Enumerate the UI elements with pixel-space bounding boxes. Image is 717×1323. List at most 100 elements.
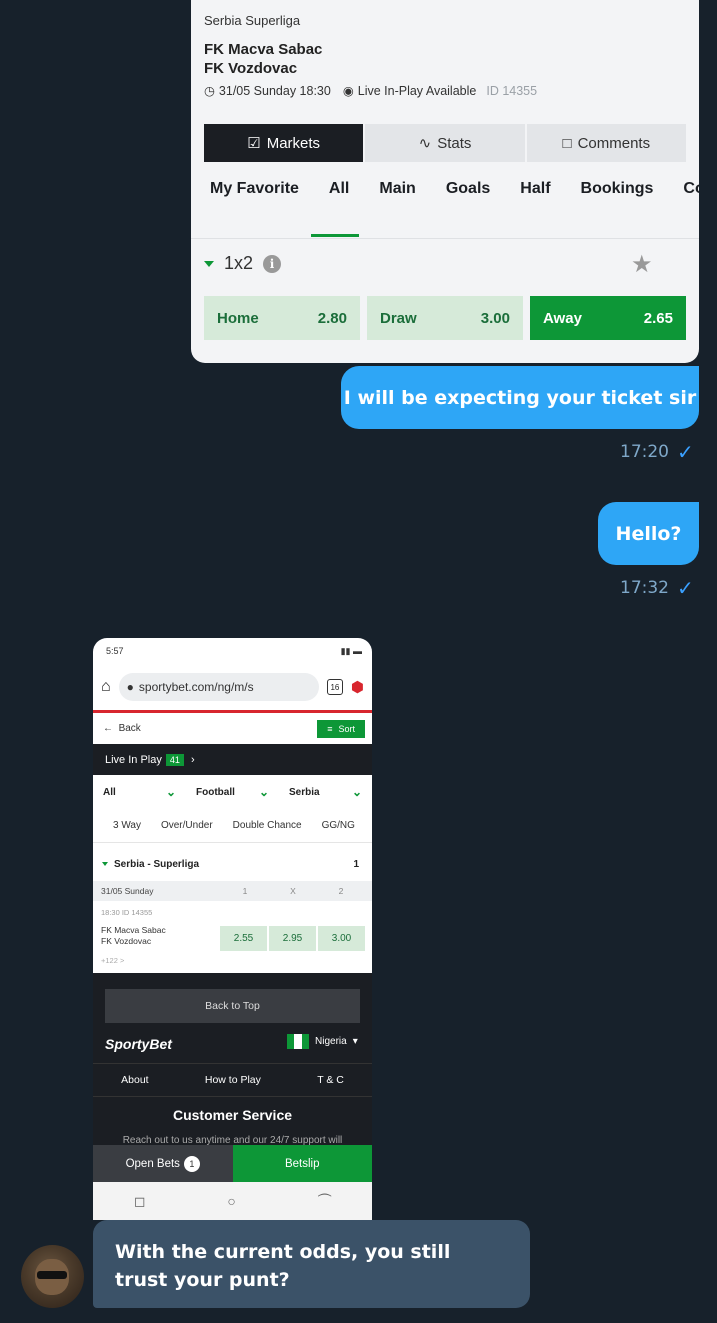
caret-down-icon [102, 862, 108, 866]
avatar[interactable] [21, 1245, 84, 1308]
message-time: 17:32 ✓ [620, 576, 694, 600]
back-label: Back [118, 723, 141, 734]
tab-half[interactable]: Half [520, 180, 550, 198]
outgoing-message[interactable]: I will be expecting your ticket sir [341, 366, 699, 429]
live-in-play-row[interactable]: Live In Play 41 › [93, 744, 372, 775]
tab-comments[interactable]: □ Comments [526, 124, 686, 162]
divider [191, 238, 699, 239]
tab-label: Stats [437, 134, 472, 152]
back-button[interactable]: ← Back [103, 723, 141, 734]
tab-all[interactable]: All [329, 180, 349, 198]
live-text: Live In-Play Available [357, 83, 477, 98]
message-text: Hello? [615, 522, 682, 545]
chevron-right-icon: › [187, 753, 195, 766]
market-name: 1x2 [224, 253, 254, 273]
match-datetime: 31/05 Sunday 18:30 [218, 83, 331, 98]
chart-icon: ∿ [418, 135, 432, 152]
sort-label: Sort [338, 723, 355, 734]
outgoing-message[interactable]: Hello? [598, 502, 699, 565]
back-nav-icon[interactable]: ⏜ [318, 1193, 331, 1210]
tab-my-favorite[interactable]: My Favorite [210, 180, 299, 198]
phone-screenshot[interactable]: 5:57 ▮▮ ▬ ⌂ ● sportybet.com/ng/m/s 16 ⬢ … [93, 638, 372, 1220]
market-tabs: 3 Way Over/Under Double Chance GG/NG [93, 809, 372, 843]
info-icon[interactable]: i [263, 254, 282, 273]
back-row: ← Back ≡ Sort [93, 713, 372, 744]
odd-draw[interactable]: Draw 3.00 [367, 296, 523, 340]
home-icon[interactable]: ⌂ [101, 678, 111, 696]
tab-bookings[interactable]: Bookings [581, 180, 654, 198]
tab-label: Markets [266, 134, 321, 152]
odd-draw[interactable]: 2.95 [269, 926, 316, 951]
live-label: Live In Play [105, 753, 162, 766]
filter-label: Serbia [289, 786, 320, 798]
tab-gg-ng[interactable]: GG/NG [322, 820, 355, 831]
chevron-down-icon: ⌄ [351, 785, 362, 799]
status-time: 5:57 [106, 646, 124, 656]
odd-home[interactable]: 2.55 [220, 926, 267, 951]
tabs-count[interactable]: 16 [326, 679, 343, 695]
filter-row: All ⌄ Football ⌄ Serbia ⌄ [93, 775, 372, 809]
message-text: With the current odds, you still trust y… [115, 1241, 451, 1291]
league-row[interactable]: Serbia - Superliga 1 [93, 849, 372, 879]
betslip-button[interactable]: Betslip [232, 1145, 372, 1182]
filter-sport[interactable]: Football ⌄ [186, 775, 279, 809]
chevron-down-icon: ⌄ [165, 785, 176, 799]
check-icon: ✓ [677, 440, 694, 464]
nigeria-flag-icon [287, 1034, 309, 1049]
incoming-message[interactable]: With the current odds, you still trust y… [93, 1220, 530, 1308]
odd-away[interactable]: Away 2.65 [530, 296, 686, 340]
betslip-label: Betslip [284, 1157, 320, 1170]
tab-markets[interactable]: ☑ Markets [204, 124, 364, 162]
tab-double-chance[interactable]: Double Chance [233, 820, 302, 831]
col-x: X [290, 886, 296, 896]
filter-label: All [103, 786, 116, 798]
link-how-to-play[interactable]: How to Play [205, 1074, 261, 1086]
kickoff-info: 18:30 ID 14355 [101, 908, 153, 917]
more-markets-link[interactable]: +122 > [101, 956, 124, 965]
tab-3-way[interactable]: 3 Way [113, 820, 141, 831]
sort-icon: ≡ [327, 723, 333, 734]
date-label: 31/05 Sunday [101, 886, 154, 896]
check-icon: ✓ [677, 576, 694, 600]
odds-row: Home 2.80 Draw 3.00 Away 2.65 [204, 296, 686, 340]
tab-stats[interactable]: ∿ Stats [365, 124, 525, 162]
country-selector[interactable]: Nigeria ▾ [287, 1034, 358, 1049]
customer-service-title: Customer Service [172, 1107, 293, 1123]
tab-over-under[interactable]: Over/Under [161, 820, 213, 831]
filter-all[interactable]: All ⌄ [93, 775, 186, 809]
league-count: 1 [353, 858, 359, 870]
market-header[interactable]: 1x2 i [204, 253, 282, 274]
market-screenshot[interactable]: Serbia Superliga FK Macva Sabac FK Vozdo… [191, 0, 699, 363]
url-field[interactable]: ● sportybet.com/ng/m/s [118, 673, 319, 701]
active-tab-indicator [311, 234, 359, 237]
odd-value: 2.80 [317, 309, 347, 327]
link-about[interactable]: About [121, 1074, 148, 1086]
back-to-top-button[interactable]: Back to Top [105, 989, 360, 1023]
link-terms[interactable]: T & C [317, 1074, 344, 1086]
sort-button[interactable]: ≡ Sort [317, 719, 365, 738]
footer-links: About How to Play T & C [93, 1063, 372, 1097]
country-label: Nigeria [315, 1036, 347, 1047]
lock-icon: ● [126, 680, 134, 694]
comment-icon: □ [562, 134, 572, 152]
brand-logo: SportyBet [105, 1036, 172, 1052]
time-text: 17:20 [620, 442, 669, 462]
odds-row: 2.55 2.95 3.00 [220, 926, 365, 951]
tab-main[interactable]: Main [379, 180, 415, 198]
message-time: 17:20 ✓ [620, 440, 694, 464]
status-bar: 5:57 ▮▮ ▬ [93, 638, 372, 664]
odd-value: 3.00 [480, 309, 510, 327]
match-teams[interactable]: FK Macva Sabac FK Vozdovac [101, 925, 166, 947]
browser-icon[interactable]: ⬢ [351, 678, 364, 696]
tab-goals[interactable]: Goals [446, 180, 490, 198]
odd-away[interactable]: 3.00 [318, 926, 365, 951]
home-circle-icon[interactable]: ○ [227, 1193, 235, 1209]
odd-home[interactable]: Home 2.80 [204, 296, 360, 340]
open-bets-button[interactable]: Open Bets 1 [93, 1145, 233, 1182]
recent-apps-icon[interactable]: ◻ [134, 1193, 146, 1210]
checkbox-icon: ☑ [247, 135, 261, 152]
tab-corners[interactable]: Corr [683, 180, 699, 198]
date-row: 31/05 Sunday 1 X 2 [93, 881, 372, 901]
filter-country[interactable]: Serbia ⌄ [279, 775, 372, 809]
star-icon[interactable]: ★ [631, 250, 653, 279]
